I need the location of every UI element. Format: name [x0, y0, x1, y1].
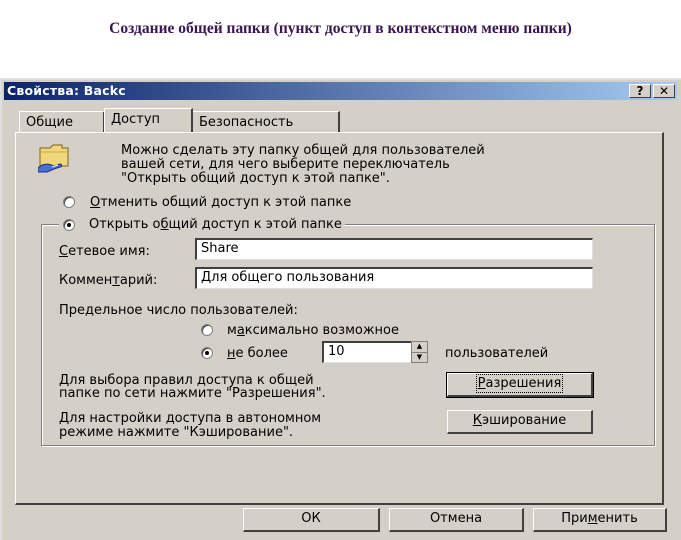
- window-titlebar[interactable]: Свойства: Backc ? ✕: [4, 82, 677, 100]
- users-suffix: пользователей: [445, 346, 549, 361]
- user-count-spinner[interactable]: ▲ ▼: [411, 341, 428, 363]
- unshare-radio[interactable]: [63, 196, 75, 208]
- cancel-button[interactable]: Отмена: [389, 508, 524, 532]
- info-line-3: "Открыть общий доступ к этой папке".: [121, 171, 390, 186]
- permissions-button[interactable]: Разрешения: [446, 372, 594, 398]
- share-name-input[interactable]: Share: [195, 238, 593, 260]
- share-radio-caption[interactable]: Открыть общий доступ к этой папке: [59, 217, 345, 233]
- share-radio[interactable]: [63, 219, 75, 231]
- caching-text-2: режиме нажмите "Кэширование".: [59, 425, 294, 440]
- limit-users-label[interactable]: не более: [227, 346, 288, 361]
- help-button[interactable]: ?: [629, 84, 651, 98]
- comment-input[interactable]: Для общего пользования: [195, 267, 593, 289]
- apply-button[interactable]: Применить: [533, 508, 667, 532]
- share-radio-label[interactable]: Открыть общий доступ к этой папке: [89, 217, 342, 232]
- tab-general[interactable]: Общие: [19, 111, 105, 132]
- spin-down-icon[interactable]: ▼: [412, 353, 427, 363]
- comment-label: Комментарий:: [59, 273, 158, 288]
- user-count-input[interactable]: 10: [322, 341, 412, 363]
- caching-text-1: Для настройки доступа в автономном: [59, 411, 322, 426]
- share-name-label: Сетевое имя:: [59, 244, 150, 259]
- shared-folder-icon: [37, 140, 74, 174]
- close-button[interactable]: ✕: [653, 84, 675, 98]
- user-limit-label: Предельное число пользователей:: [59, 303, 298, 318]
- max-users-label[interactable]: максимально возможное: [227, 323, 399, 338]
- limit-users-radio[interactable]: [201, 347, 213, 359]
- ok-button[interactable]: ОК: [243, 508, 380, 532]
- tab-sharing[interactable]: Доступ: [104, 108, 193, 132]
- unshare-radio-label[interactable]: Отменить общий доступ к этой папке: [90, 195, 351, 210]
- spin-up-icon[interactable]: ▲: [412, 342, 427, 353]
- permissions-text-2: папке по сети нажмите "Разрешения".: [59, 386, 326, 401]
- info-line-1: Можно сделать эту папку общей для пользо…: [121, 143, 485, 158]
- caching-button[interactable]: Кэширование: [447, 410, 593, 434]
- properties-dialog: Свойства: Backc ? ✕ Общие Доступ Безопас…: [0, 78, 681, 540]
- window-title: Свойства: Backc: [7, 83, 126, 98]
- info-line-2: вашей сети, для чего выберите переключат…: [121, 157, 450, 172]
- max-users-radio[interactable]: [201, 324, 213, 336]
- tab-security[interactable]: Безопасность: [192, 111, 340, 132]
- slide-title: Создание общей папки (пункт доступ в кон…: [109, 20, 572, 37]
